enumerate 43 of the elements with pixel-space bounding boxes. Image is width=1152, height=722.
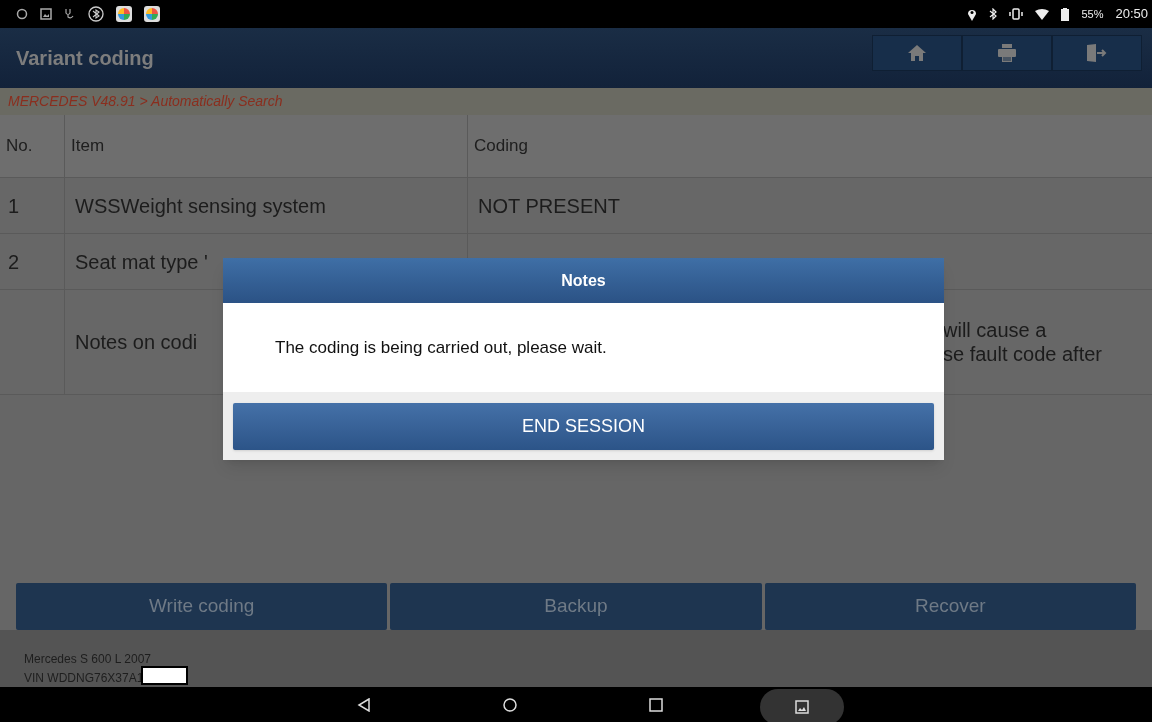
- bluetooth-icon: [989, 8, 998, 20]
- bluetooth-icon: [88, 6, 104, 22]
- clock: 20:50: [1115, 5, 1148, 24]
- table-cell: WSSWeight sensing system: [75, 193, 326, 218]
- action-button[interactable]: Recover: [764, 583, 1136, 630]
- table-cell: will cause a se fault code after: [943, 318, 1102, 366]
- table-cell: 2: [8, 249, 20, 274]
- wifi-icon: [1035, 8, 1050, 20]
- back-icon: [357, 698, 371, 712]
- app-icon: [144, 6, 160, 22]
- battery-icon: [1061, 7, 1070, 21]
- column-header: No.: [0, 115, 65, 177]
- screen-title: Variant coding: [16, 46, 155, 71]
- location-icon: [967, 7, 978, 21]
- vibrate-icon: [1009, 8, 1024, 20]
- recents-icon: [649, 698, 663, 712]
- printer-icon: [998, 44, 1016, 62]
- image-icon: [40, 8, 52, 20]
- exit-button[interactable]: [1052, 35, 1142, 71]
- battery-percentage: 55%: [1081, 6, 1104, 22]
- table-cell: Seat mat type ': [75, 249, 208, 274]
- notification-icon: [16, 8, 28, 20]
- stethoscope-icon: [64, 8, 76, 20]
- screenshot-button[interactable]: [760, 689, 844, 722]
- dialog-message: The coding is being carried out, please wait.: [275, 336, 607, 359]
- home-circle-icon: [503, 698, 517, 712]
- end-session-button[interactable]: END SESSION: [233, 402, 934, 450]
- action-button[interactable]: Write coding: [16, 583, 388, 630]
- table-cell: 1: [8, 193, 20, 218]
- redaction-block: [141, 666, 189, 685]
- breadcrumb: MERCEDES V48.91 > Automatically Search: [8, 92, 283, 111]
- dialog-title: Notes: [561, 270, 606, 291]
- exit-icon: [1087, 44, 1107, 62]
- table-cell: NOT PRESENT: [478, 193, 620, 218]
- table-cell: Notes on codi: [75, 330, 198, 354]
- action-button[interactable]: Backup: [390, 583, 762, 630]
- column-header: Coding: [473, 135, 529, 158]
- app-icon: [116, 6, 132, 22]
- column-header: Item: [65, 115, 468, 177]
- home-icon: [908, 45, 926, 61]
- home-button[interactable]: [872, 35, 962, 71]
- image-icon: [795, 700, 809, 714]
- print-button[interactable]: [962, 35, 1052, 71]
